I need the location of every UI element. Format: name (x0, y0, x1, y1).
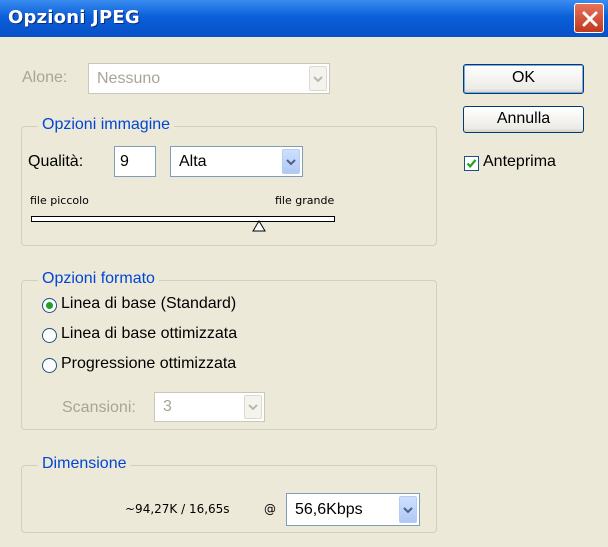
quality-preset-select[interactable]: Alta (170, 146, 303, 177)
close-button[interactable] (574, 3, 604, 33)
matte-value: Nessuno (97, 69, 161, 87)
quality-label: Qualità: (28, 153, 84, 170)
matte-select[interactable]: Nessuno (88, 63, 330, 94)
size-at: @ (264, 502, 276, 516)
chevron-down-icon (403, 506, 413, 513)
cancel-button-label: Annulla (496, 110, 551, 127)
image-options-group (21, 126, 437, 246)
size-title: Dimensione (38, 455, 131, 473)
slider-min-label: file piccolo (30, 194, 89, 207)
ok-button[interactable]: OK (463, 64, 584, 94)
size-estimate: ~94,27K / 16,65s (125, 502, 230, 516)
connection-speed-dropdown-button[interactable] (399, 496, 417, 523)
scans-select[interactable]: 3 (154, 392, 265, 422)
radio-progressive-label[interactable]: Progressione ottimizzata (61, 355, 236, 373)
radio-progressive[interactable] (42, 358, 57, 373)
matte-dropdown-button[interactable] (309, 66, 327, 91)
radio-baseline-standard[interactable] (42, 298, 57, 313)
scans-dropdown-button[interactable] (244, 395, 262, 419)
scans-value: 3 (163, 398, 172, 415)
scans-label: Scansioni: (62, 399, 136, 416)
cancel-button[interactable]: Annulla (463, 106, 584, 133)
quality-input[interactable]: 9 (114, 146, 156, 177)
quality-slider-thumb[interactable] (252, 220, 266, 232)
format-options-title: Opzioni formato (38, 270, 159, 288)
title-bar[interactable]: Opzioni JPEG (0, 0, 608, 37)
matte-label: Alone: (22, 69, 68, 86)
chevron-down-icon (313, 75, 323, 82)
quality-preset-dropdown-button[interactable] (282, 149, 300, 174)
checkmark-icon (466, 159, 477, 168)
quality-preset-value: Alta (179, 152, 207, 170)
window-title: Opzioni JPEG (8, 7, 140, 28)
preview-label[interactable]: Anteprima (483, 153, 556, 171)
connection-speed-value: 56,6Kbps (295, 500, 363, 518)
image-options-title: Opzioni immagine (38, 116, 175, 134)
ok-button-label: OK (511, 69, 536, 86)
close-icon (582, 11, 598, 27)
slider-max-label: file grande (275, 194, 335, 207)
quality-value: 9 (120, 152, 129, 170)
radio-baseline-optimized-label[interactable]: Linea di base ottimizzata (61, 325, 237, 343)
chevron-down-icon (286, 158, 296, 165)
preview-checkbox[interactable] (464, 156, 479, 171)
radio-baseline-standard-label[interactable]: Linea di base (Standard) (61, 295, 236, 313)
radio-baseline-optimized[interactable] (42, 328, 57, 343)
radio-selected-dot (46, 302, 53, 309)
connection-speed-select[interactable]: 56,6Kbps (286, 493, 420, 526)
quality-slider-track[interactable] (31, 216, 335, 222)
chevron-down-icon (248, 404, 258, 411)
